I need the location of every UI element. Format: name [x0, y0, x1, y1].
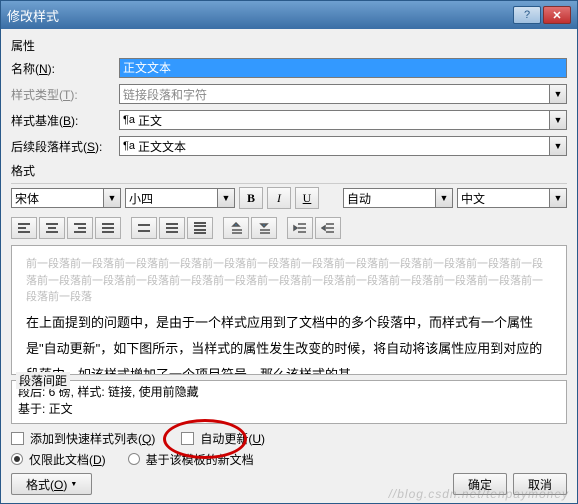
- base-dropdown-button[interactable]: ▼: [549, 110, 567, 130]
- window-title: 修改样式: [7, 6, 59, 25]
- dialog-content: 属性 名称(N): 正文文本 样式类型(T): 链接段落和字符 ▼ 样式基准(B…: [1, 29, 577, 468]
- align-justify-button[interactable]: [95, 217, 121, 239]
- indent-dec-button[interactable]: [315, 217, 341, 239]
- preview-ghost-text: 前一段落前一段落前一段落前一段落前一段落前一段落前一段落前一段落前一段落前一段落…: [26, 256, 552, 306]
- font-dropdown-button[interactable]: ▼: [103, 188, 121, 208]
- this-doc-radio[interactable]: [11, 453, 23, 465]
- line-spacing-1-button[interactable]: [131, 217, 157, 239]
- type-combo: 链接段落和字符 ▼: [119, 84, 567, 104]
- separator: [11, 183, 567, 184]
- font-value: 宋体: [11, 188, 103, 208]
- description-line-1: 段后: 6 磅, 样式: 链接, 使用前隐藏: [18, 384, 560, 401]
- pilcrow-icon: ¶a: [123, 114, 135, 126]
- italic-button[interactable]: I: [267, 187, 291, 209]
- titlebar-buttons: ? ✕: [513, 6, 571, 24]
- indent-inc-button[interactable]: [287, 217, 313, 239]
- line-spacing-2-button[interactable]: [159, 217, 185, 239]
- titlebar: 修改样式 ? ✕: [1, 1, 577, 29]
- follow-combo[interactable]: ¶a正文文本 ▼: [119, 136, 567, 156]
- font-combo[interactable]: 宋体 ▼: [11, 188, 121, 208]
- this-doc-label: 仅限此文档(D): [29, 451, 106, 468]
- line-spacing-3-button[interactable]: [187, 217, 213, 239]
- space-before-dec-button[interactable]: [251, 217, 277, 239]
- options-row-1: 添加到快速样式列表(Q) 自动更新(U): [11, 430, 567, 447]
- type-value: 链接段落和字符: [119, 84, 549, 104]
- description-legend: 段落间距: [16, 372, 70, 389]
- base-label: 样式基准(B):: [11, 112, 119, 129]
- base-value: ¶a正文: [119, 110, 549, 130]
- type-label: 样式类型(T):: [11, 86, 119, 103]
- format-toolbar-2: [11, 215, 567, 245]
- help-button[interactable]: ?: [513, 6, 541, 24]
- quickstyle-label: 添加到快速样式列表(Q): [30, 430, 155, 447]
- preview-pane: 前一段落前一段落前一段落前一段落前一段落前一段落前一段落前一段落前一段落前一段落…: [11, 245, 567, 375]
- autoupdate-label: 自动更新(U): [200, 430, 265, 447]
- options-row-2: 仅限此文档(D) 基于该模板的新文档: [11, 451, 567, 468]
- follow-label: 后续段落样式(S):: [11, 138, 119, 155]
- underline-button[interactable]: U: [295, 187, 319, 209]
- description-box: 段落间距 段后: 6 磅, 样式: 链接, 使用前隐藏 基于: 正文: [11, 380, 567, 424]
- description-line-2: 基于: 正文: [18, 401, 560, 418]
- align-center-button[interactable]: [39, 217, 65, 239]
- close-button[interactable]: ✕: [543, 6, 571, 24]
- template-radio[interactable]: [128, 453, 140, 465]
- name-input[interactable]: 正文文本: [119, 58, 567, 78]
- color-combo[interactable]: 自动 ▼: [343, 188, 453, 208]
- autoupdate-checkbox[interactable]: [181, 432, 194, 445]
- type-dropdown-button: ▼: [549, 84, 567, 104]
- pilcrow-icon: ¶a: [123, 140, 135, 152]
- color-dropdown-button[interactable]: ▼: [435, 188, 453, 208]
- size-value: 小四: [125, 188, 217, 208]
- preview-sample-text: 在上面提到的问题中，是由于一个样式应用到了文档中的多个段落中，而样式有一个属性是…: [26, 310, 552, 376]
- base-combo[interactable]: ¶a正文 ▼: [119, 110, 567, 130]
- color-value: 自动: [343, 188, 435, 208]
- watermark-text: //blog.csdn.net/tenpaymoney: [389, 487, 569, 501]
- language-value: 中文: [457, 188, 549, 208]
- format-toolbar-1: 宋体 ▼ 小四 ▼ B I U 自动 ▼ 中文 ▼: [11, 187, 567, 209]
- language-combo[interactable]: 中文 ▼: [457, 188, 567, 208]
- chevron-down-icon: ▼: [70, 481, 77, 488]
- align-right-button[interactable]: [67, 217, 93, 239]
- modify-style-dialog: 修改样式 ? ✕ 属性 名称(N): 正文文本 样式类型(T): 链接段落和字符…: [0, 0, 578, 504]
- format-label: 格式: [11, 162, 567, 179]
- space-before-inc-button[interactable]: [223, 217, 249, 239]
- language-dropdown-button[interactable]: ▼: [549, 188, 567, 208]
- properties-label: 属性: [11, 37, 567, 54]
- name-label: 名称(N):: [11, 60, 119, 77]
- follow-dropdown-button[interactable]: ▼: [549, 136, 567, 156]
- bold-button[interactable]: B: [239, 187, 263, 209]
- size-dropdown-button[interactable]: ▼: [217, 188, 235, 208]
- quickstyle-checkbox[interactable]: [11, 432, 24, 445]
- size-combo[interactable]: 小四 ▼: [125, 188, 235, 208]
- align-left-button[interactable]: [11, 217, 37, 239]
- format-menu-button[interactable]: 格式(O)▼: [11, 473, 92, 495]
- follow-value: ¶a正文文本: [119, 136, 549, 156]
- template-label: 基于该模板的新文档: [146, 451, 254, 468]
